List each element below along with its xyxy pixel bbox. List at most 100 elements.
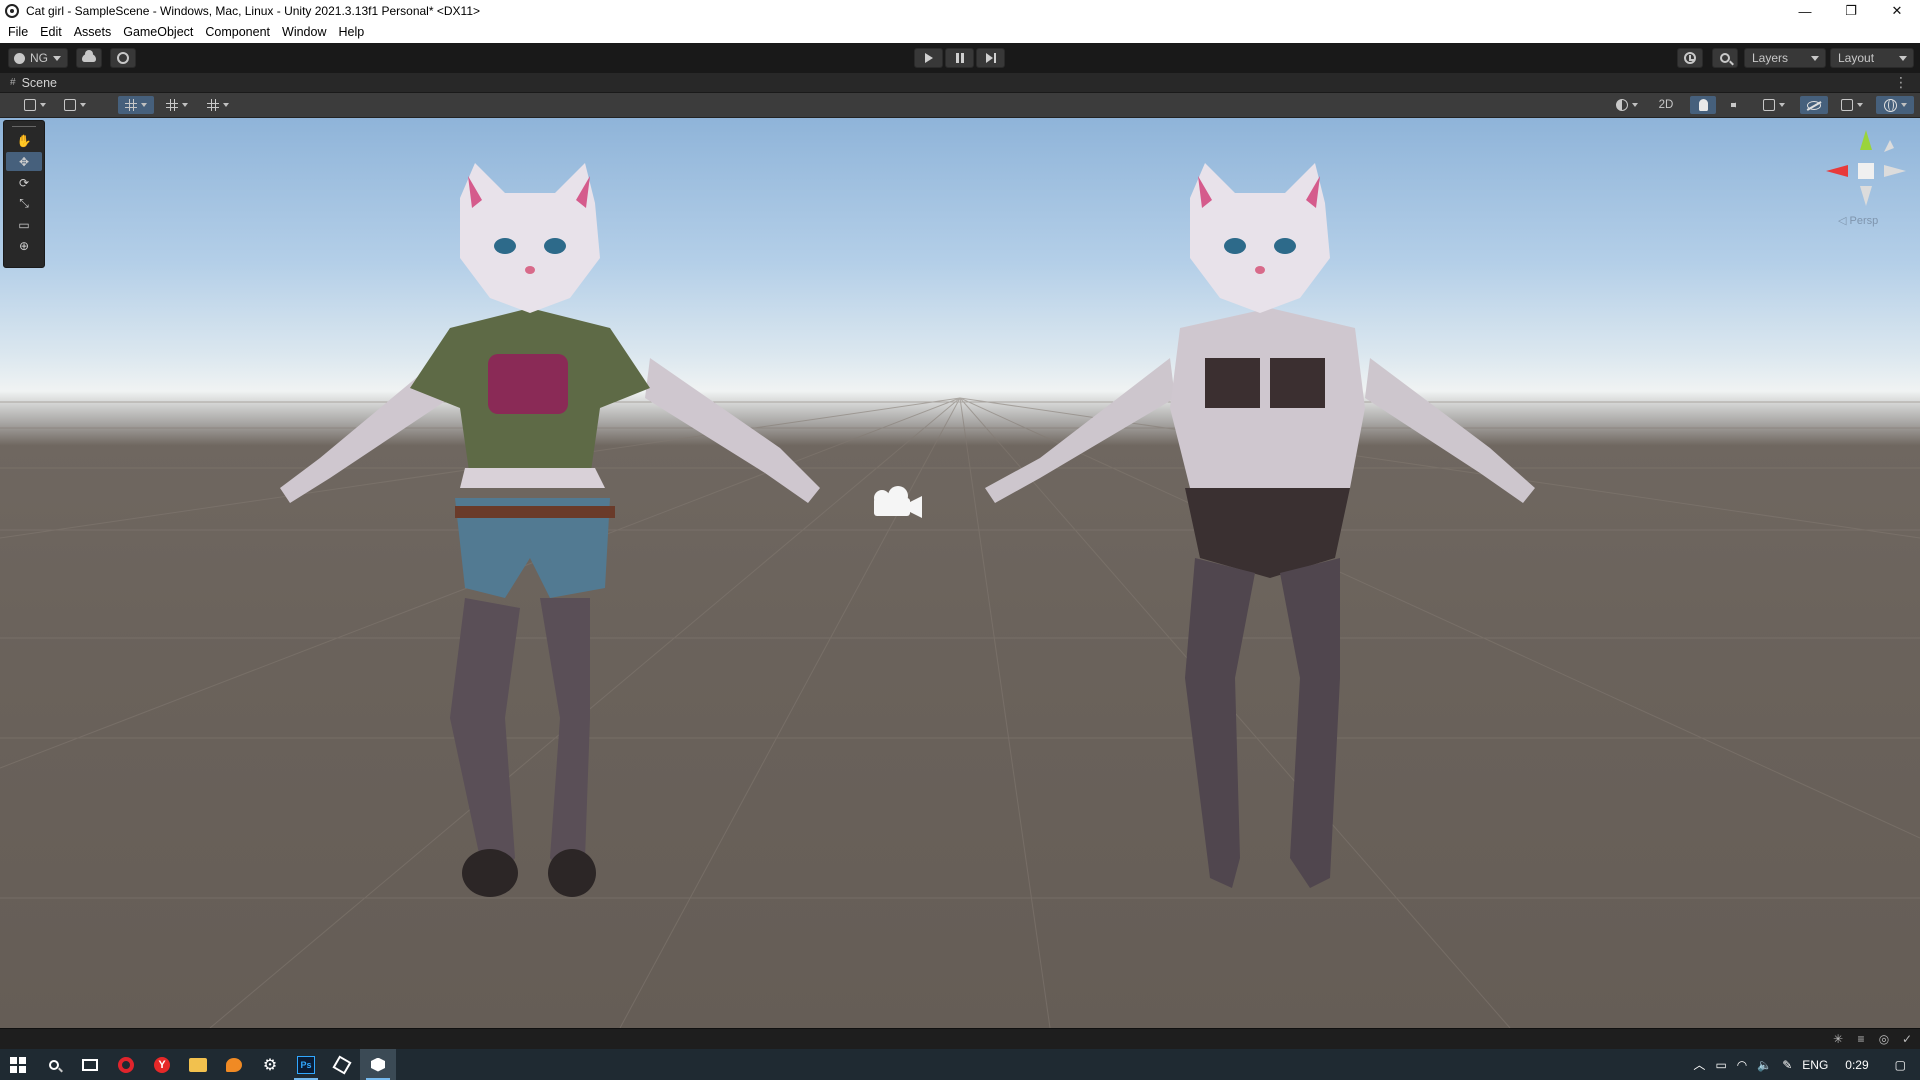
notification-icon[interactable]: ▢ — [1881, 1049, 1920, 1080]
projection-label[interactable]: ◁ Persp — [1838, 214, 1878, 227]
opera-button[interactable] — [108, 1049, 144, 1080]
scene-visibility-toggle[interactable] — [1800, 96, 1828, 114]
grid-snap-icon — [125, 99, 137, 111]
close-button[interactable]: ✕ — [1874, 0, 1920, 22]
editor-status-bar: ✳ ≡ ◎ ✓ — [0, 1028, 1920, 1049]
file-explorer-button[interactable] — [180, 1049, 216, 1080]
blender-button[interactable] — [216, 1049, 252, 1080]
yandex-browser-button[interactable]: Y — [144, 1049, 180, 1080]
scene-viewport[interactable]: ◁ Persp — [0, 118, 1920, 1028]
character-clothed[interactable] — [260, 158, 900, 978]
cache-server-icon[interactable]: ✓ — [1900, 1032, 1914, 1046]
toggle-2d-button[interactable]: 2D — [1652, 96, 1680, 114]
clock[interactable]: 0:29 — [1833, 1049, 1880, 1080]
photoshop-button[interactable]: Ps — [288, 1049, 324, 1080]
gizmo-center-cube[interactable] — [1858, 163, 1874, 179]
search-button[interactable] — [1712, 48, 1738, 68]
camera-icon — [1841, 99, 1853, 111]
y-axis-cone[interactable] — [1860, 130, 1872, 150]
layout-label: Layout — [1838, 51, 1875, 65]
minimize-button[interactable]: — — [1782, 0, 1828, 22]
audio-toggle[interactable] — [1724, 96, 1750, 114]
menu-window[interactable]: Window — [276, 22, 332, 43]
pen-icon[interactable]: ✎ — [1777, 1049, 1797, 1080]
grid-visibility-dropdown[interactable] — [160, 96, 194, 114]
rect-tool-button[interactable]: ▭ — [6, 215, 42, 234]
gizmos-dropdown[interactable] — [1876, 96, 1914, 114]
neg-y-axis-cone[interactable] — [1860, 186, 1872, 206]
gizmos-globe-icon — [1883, 98, 1897, 112]
overlay-grip[interactable] — [12, 126, 36, 127]
draw-mode-dropdown[interactable] — [1610, 96, 1644, 114]
step-button[interactable] — [976, 48, 1005, 68]
blender-icon — [226, 1057, 242, 1072]
z-axis-cone[interactable] — [1884, 140, 1894, 152]
orientation-gizmo[interactable] — [1822, 128, 1910, 228]
windows-start-button[interactable] — [0, 1049, 36, 1080]
global-local-dropdown[interactable] — [58, 96, 92, 114]
photoshop-icon: Ps — [297, 1055, 315, 1074]
scene-toolbar: 2D — [0, 93, 1920, 118]
unity-editor-button[interactable] — [360, 1049, 396, 1080]
tab-scene[interactable]: # Scene — [0, 76, 57, 90]
move-tool-button[interactable]: ✥ — [6, 152, 42, 171]
menu-gameobject[interactable]: GameObject — [117, 22, 199, 43]
rect-icon: ▭ — [18, 217, 30, 232]
play-button[interactable] — [914, 48, 943, 68]
x-axis-cone[interactable] — [1826, 165, 1848, 177]
scene-tab-label: Scene — [21, 75, 58, 90]
lighting-toggle[interactable] — [1690, 96, 1716, 114]
chevron-down-icon — [53, 55, 61, 61]
pause-button[interactable] — [945, 48, 974, 68]
progress-icon[interactable]: ≡ — [1854, 1032, 1868, 1046]
transform-tool-button[interactable]: ⊕ — [6, 236, 42, 255]
volume-icon[interactable]: 🔈 — [1752, 1049, 1777, 1080]
menu-component[interactable]: Component — [199, 22, 276, 43]
move-icon: ✥ — [18, 154, 30, 169]
menu-edit[interactable]: Edit — [34, 22, 68, 43]
rotate-icon: ⟳ — [18, 175, 30, 190]
camera-gizmo-icon[interactable] — [866, 484, 926, 524]
cloud-button[interactable] — [76, 48, 102, 68]
auto-generate-lighting-icon[interactable]: ◎ — [1877, 1032, 1891, 1046]
window-title: Cat girl - SampleScene - Windows, Mac, L… — [26, 4, 480, 18]
panel-menu-icon[interactable]: ⋮ — [1894, 75, 1908, 89]
bug-icon[interactable]: ✳ — [1831, 1032, 1845, 1046]
scene-hash-icon: # — [10, 77, 16, 88]
chevron-down-icon — [1811, 55, 1819, 61]
rotate-tool-button[interactable]: ⟳ — [6, 173, 42, 192]
grid-icon — [166, 99, 178, 111]
taskbar-search-button[interactable] — [36, 1049, 72, 1080]
tools-overlay: ✋ ✥ ⟳ ⤡ ▭ ⊕ — [3, 120, 45, 268]
restore-button[interactable]: ❐ — [1828, 0, 1874, 22]
account-dropdown[interactable]: NG — [8, 48, 68, 68]
camera-settings-dropdown[interactable] — [1834, 96, 1870, 114]
menu-help[interactable]: Help — [332, 22, 370, 43]
grid-snapping-toggle[interactable] — [118, 96, 154, 114]
unity-hub-button[interactable] — [324, 1049, 360, 1080]
neg-x-axis-cone[interactable] — [1884, 165, 1906, 177]
transform-icon: ⊕ — [18, 238, 30, 253]
increment-snap-dropdown[interactable] — [200, 96, 236, 114]
hand-icon: ✋ — [16, 133, 32, 148]
layers-dropdown[interactable]: Layers — [1744, 48, 1826, 68]
character-base-mesh[interactable] — [970, 158, 1590, 978]
collab-button[interactable] — [110, 48, 136, 68]
menu-file[interactable]: File — [2, 22, 34, 43]
battery-icon[interactable]: ▭ — [1710, 1049, 1731, 1080]
scale-tool-button[interactable]: ⤡ — [6, 194, 42, 213]
layout-dropdown[interactable]: Layout — [1830, 48, 1914, 68]
window-controls: — ❐ ✕ — [1782, 0, 1920, 22]
network-icon[interactable]: ◠ — [1732, 1049, 1752, 1080]
task-view-button[interactable] — [72, 1049, 108, 1080]
show-hidden-icons-chevron-icon[interactable]: ︿ — [1688, 1049, 1710, 1080]
windows-taskbar: Y ⚙ Ps ︿ ▭ ◠ 🔈 ✎ ENG 0:29 ▢ — [0, 1049, 1920, 1080]
pivot-mode-dropdown[interactable] — [18, 96, 52, 114]
hand-tool-button[interactable]: ✋ — [6, 131, 42, 150]
language-indicator[interactable]: ENG — [1797, 1049, 1833, 1080]
file-explorer-icon — [189, 1057, 207, 1072]
menu-assets[interactable]: Assets — [68, 22, 118, 43]
effects-dropdown[interactable] — [1756, 96, 1792, 114]
undo-history-button[interactable] — [1677, 48, 1703, 68]
settings-button[interactable]: ⚙ — [252, 1049, 288, 1080]
